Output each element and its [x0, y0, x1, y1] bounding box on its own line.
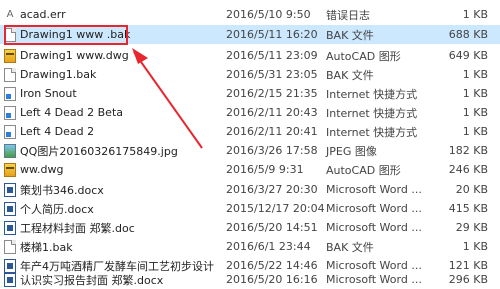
file-name: 工程材料封面 郑繁.doc	[20, 221, 135, 235]
file-name: Left 4 Dead 2	[20, 125, 95, 138]
file-size: 688 KB	[448, 28, 488, 41]
file-name: acad.err	[20, 8, 66, 21]
file-name-cell: Drawing1 www.dwg	[4, 48, 214, 63]
word-icon	[4, 220, 16, 235]
file-name: 策划书346.docx	[20, 183, 104, 197]
word-icon	[4, 182, 16, 197]
dwg-icon	[4, 48, 16, 63]
file-date: 2015/12/17 20:04	[226, 202, 325, 215]
file-date: 2016/6/1 23:44	[226, 240, 311, 253]
file-size: 1 KB	[462, 8, 488, 21]
file-row[interactable]: 策划书346.docx 2016/3/27 20:30 Microsoft Wo…	[0, 180, 500, 199]
file-date: 2016/2/11 20:43	[226, 106, 318, 119]
word-icon	[4, 272, 16, 287]
file-row[interactable]: Left 4 Dead 2 2016/2/11 20:41 Internet 快…	[0, 122, 500, 141]
file-size: 246 KB	[448, 163, 488, 176]
word-icon	[4, 201, 16, 216]
file-name-cell: QQ图片20160326175849.jpg	[4, 143, 214, 159]
jpg-icon	[4, 143, 16, 158]
file-date: 2016/3/27 20:30	[226, 183, 318, 196]
file-row[interactable]: ww.dwg 2016/5/9 9:31 AutoCAD 图形 246 KB	[0, 160, 500, 179]
file-date: 2016/5/20 14:51	[226, 221, 318, 234]
file-size: 1 KB	[462, 68, 488, 81]
file-size: 415 KB	[448, 202, 488, 215]
file-size: 649 KB	[448, 49, 488, 62]
file-size: 1 KB	[462, 87, 488, 100]
file-name: 认识实习报告封面 郑繁.docx	[20, 273, 164, 287]
file-name-cell: ww.dwg	[4, 162, 214, 177]
file-name-cell: 个人简历.docx	[4, 201, 214, 217]
file-name-cell: 策划书346.docx	[4, 182, 214, 198]
dwg-icon	[4, 162, 16, 177]
file-date: 2016/5/20 16:16	[226, 273, 318, 286]
file-name-cell: Iron Snout	[4, 86, 214, 101]
file-row[interactable]: Left 4 Dead 2 Beta 2016/2/11 20:43 Inter…	[0, 103, 500, 122]
text-icon: A	[6, 8, 14, 20]
file-name-cell: Drawing1.bak	[4, 67, 214, 82]
file-date: 2016/2/11 20:41	[226, 125, 318, 138]
file-size: 29 KB	[455, 221, 488, 234]
doc-icon	[4, 67, 16, 82]
file-row[interactable]: 楼梯1.bak 2016/6/1 23:44 BAK 文件 1 KB	[0, 237, 500, 256]
file-size: 1 KB	[462, 125, 488, 138]
file-date: 2016/5/10 9:50	[226, 8, 311, 21]
file-name-cell: 工程材料封面 郑繁.doc	[4, 220, 214, 236]
file-name: 楼梯1.bak	[20, 240, 73, 254]
file-name-cell: Left 4 Dead 2	[4, 124, 214, 139]
file-row[interactable]: Drawing1.bak 2016/5/31 23:05 BAK 文件 1 KB	[0, 65, 500, 84]
file-date: 2016/5/11 16:20	[226, 28, 318, 41]
file-date: 2016/5/11 23:09	[226, 49, 318, 62]
file-name: ww.dwg	[20, 163, 64, 176]
file-date: 2016/5/31 23:05	[226, 68, 318, 81]
file-date: 2016/5/9 9:31	[226, 163, 304, 176]
file-row[interactable]: QQ图片20160326175849.jpg 2016/3/26 17:58 J…	[0, 141, 500, 160]
link-icon	[4, 124, 16, 139]
file-name: 个人简历.docx	[20, 202, 94, 216]
file-name: QQ图片20160326175849.jpg	[20, 144, 178, 158]
file-size: 182 KB	[448, 144, 488, 157]
file-row[interactable]: Drawing1 www.dwg 2016/5/11 23:09 AutoCAD…	[0, 46, 500, 65]
red-highlight-box	[4, 25, 128, 45]
file-size: 1 KB	[462, 240, 488, 253]
file-date: 2016/2/15 21:35	[226, 87, 318, 100]
file-name: Left 4 Dead 2 Beta	[20, 106, 124, 119]
file-size: 20 KB	[455, 183, 488, 196]
file-row[interactable]: A acad.err 2016/5/10 9:50 错误日志 1 KB	[0, 5, 500, 24]
file-size: 1 KB	[462, 106, 488, 119]
file-row[interactable]: 认识实习报告封面 郑繁.docx 2016/5/20 16:16 Microso…	[0, 270, 500, 289]
file-name-cell: 认识实习报告封面 郑繁.docx	[4, 272, 214, 288]
file-name-cell: A acad.err	[4, 8, 214, 22]
file-name-cell: Left 4 Dead 2 Beta	[4, 105, 214, 120]
file-size: 296 KB	[448, 273, 488, 286]
file-row[interactable]: 个人简历.docx 2015/12/17 20:04 Microsoft Wor…	[0, 199, 500, 218]
file-row[interactable]: 工程材料封面 郑繁.doc 2016/5/20 14:51 Microsoft …	[0, 218, 500, 237]
file-name: Iron Snout	[20, 87, 77, 100]
file-name: Drawing1.bak	[20, 68, 97, 81]
file-name-cell: 楼梯1.bak	[4, 239, 214, 255]
link-icon	[4, 86, 16, 101]
file-name: Drawing1 www.dwg	[20, 49, 129, 62]
link-icon	[4, 105, 16, 120]
file-row[interactable]: Iron Snout 2016/2/15 21:35 Internet 快捷方式…	[0, 84, 500, 103]
file-date: 2016/3/26 17:58	[226, 144, 318, 157]
doc-icon	[4, 239, 16, 254]
